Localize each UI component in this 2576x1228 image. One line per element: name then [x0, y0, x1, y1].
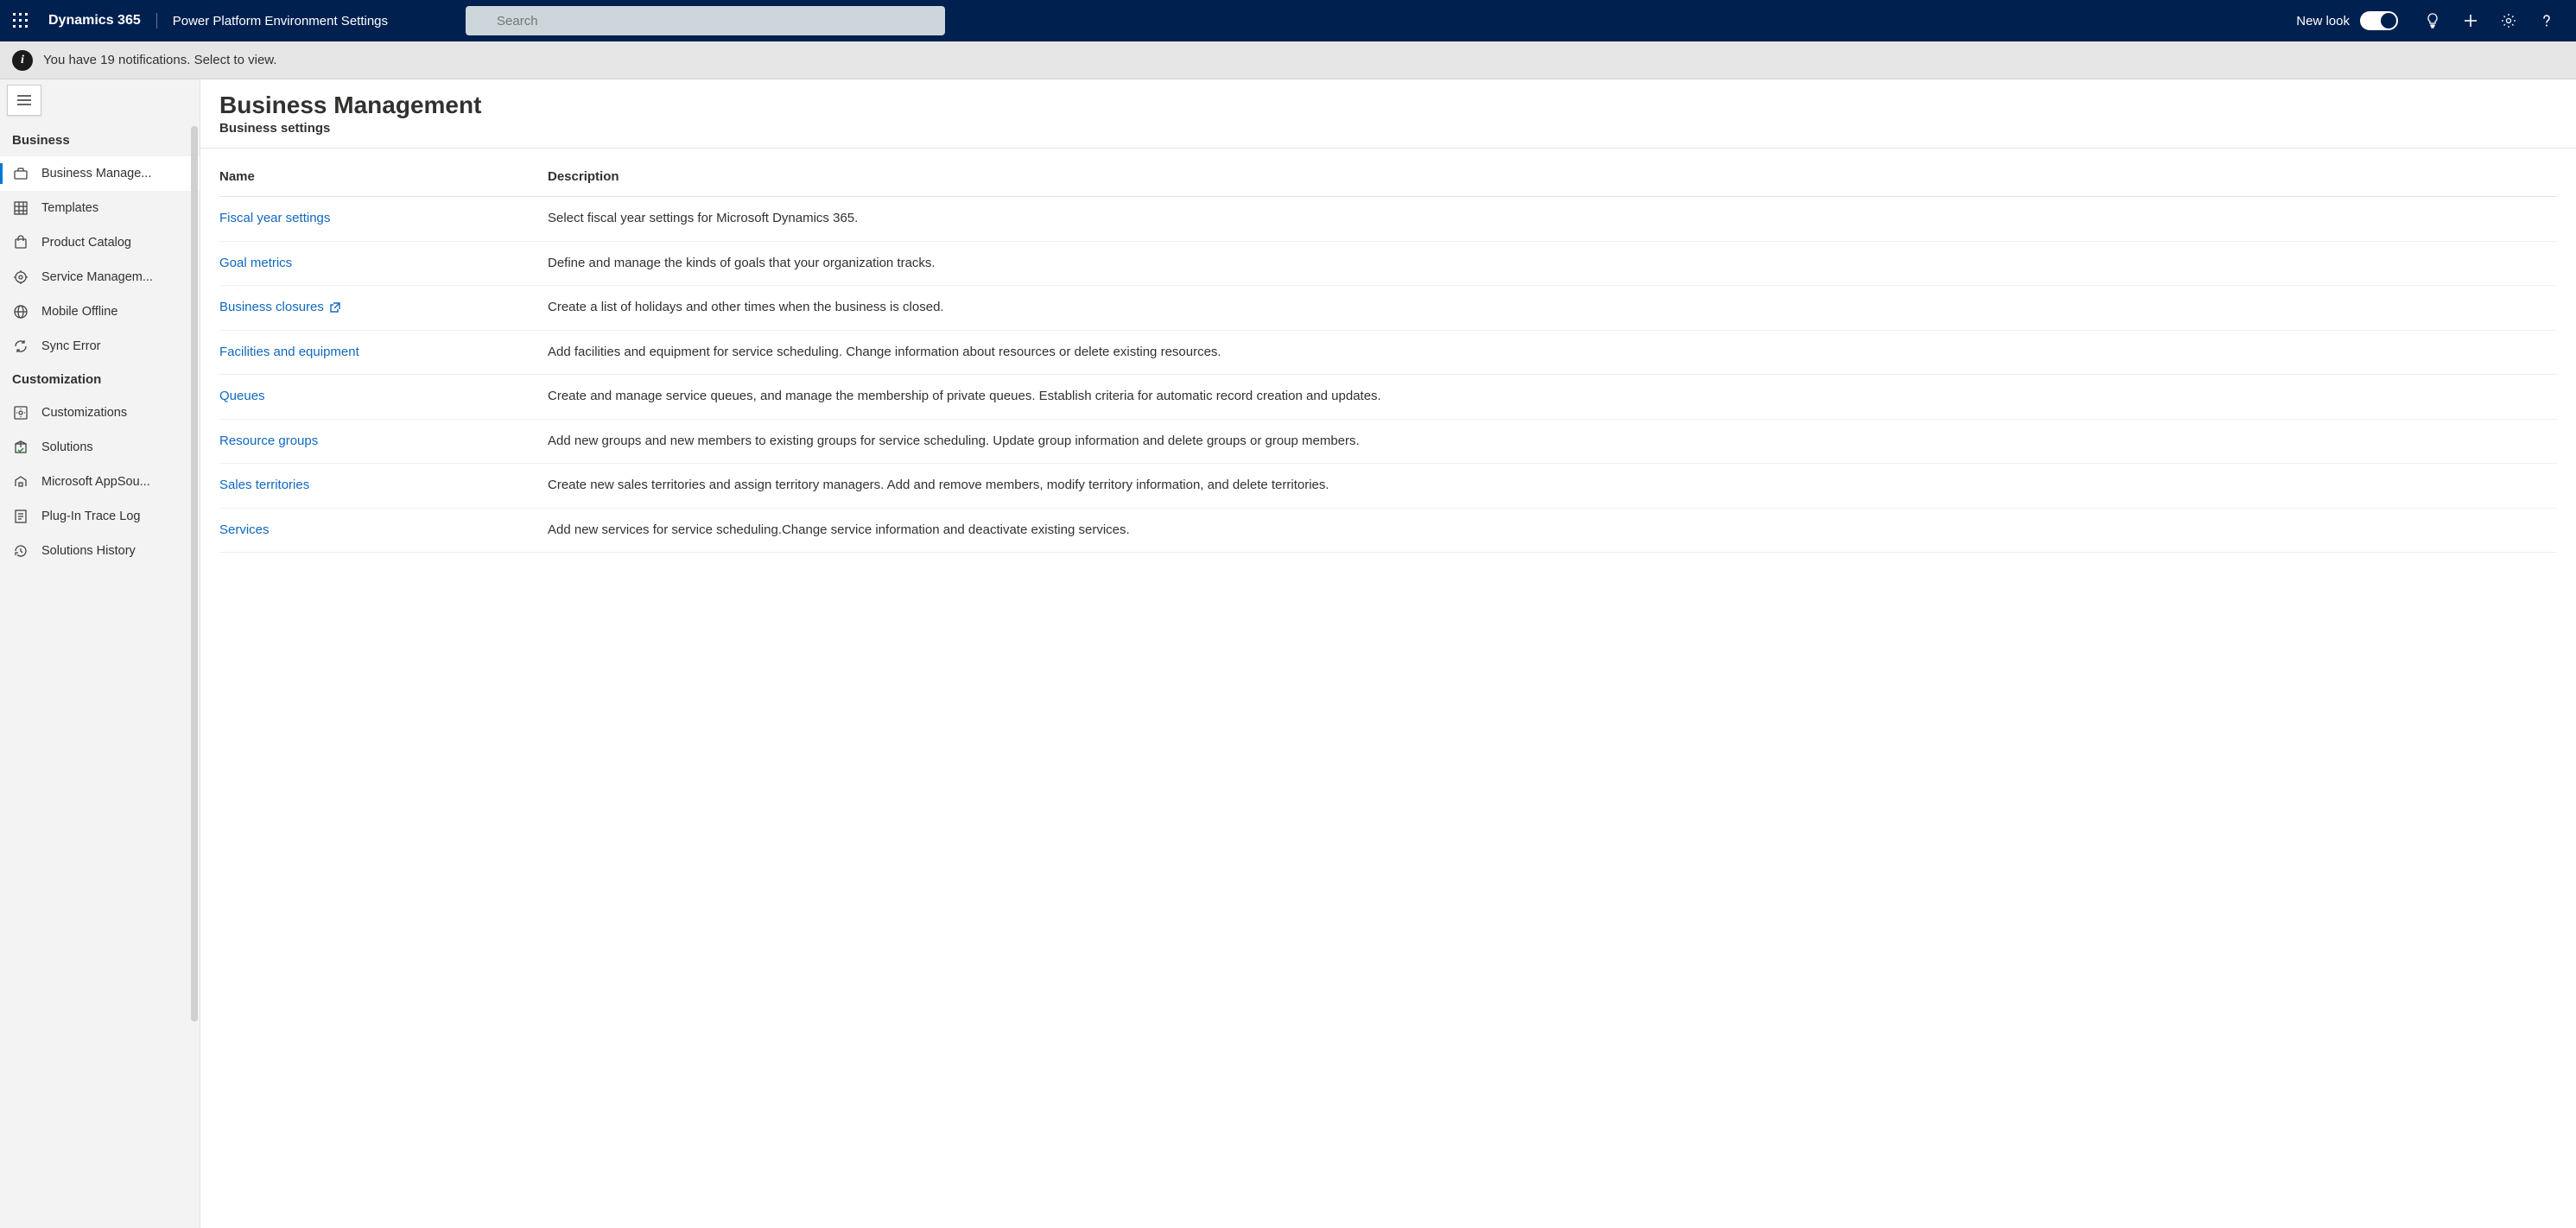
setting-description: Define and manage the kinds of goals tha…: [548, 241, 2557, 286]
sidebar-item-label: Business Manage...: [41, 167, 151, 180]
lightbulb-icon: [2425, 13, 2440, 28]
settings-button[interactable]: [2490, 0, 2528, 41]
sidebar-item-sync-error[interactable]: Sync Error: [0, 329, 200, 364]
table-row: Fiscal year settings Select fiscal year …: [219, 197, 2557, 242]
table-row: Queues Create and manage service queues,…: [219, 375, 2557, 420]
sidebar: Business Business Manage... Templates Produ…: [0, 79, 200, 1228]
sidebar-item-label: Sync Error: [41, 339, 101, 353]
sidebar-item-solutions[interactable]: Solutions: [0, 430, 200, 465]
new-look-label: New look: [2296, 14, 2350, 28]
info-icon: i: [12, 50, 33, 71]
setting-link[interactable]: Business closures: [219, 298, 341, 318]
column-header-name: Name: [219, 157, 548, 197]
nav-collapse-button[interactable]: [7, 85, 41, 116]
sidebar-item-label: Service Managem...: [41, 270, 153, 284]
setting-link[interactable]: Queues: [219, 387, 265, 407]
table-row: Business closures Create a list of holid…: [219, 286, 2557, 331]
globe-icon: [12, 303, 29, 320]
table-row: Sales territories Create new sales terri…: [219, 464, 2557, 509]
sidebar-item-product-catalog[interactable]: Product Catalog: [0, 225, 200, 260]
sidebar-item-label: Customizations: [41, 406, 127, 420]
briefcase-icon: [12, 165, 29, 182]
notification-text: You have 19 notifications. Select to vie…: [43, 53, 276, 67]
history-icon: [12, 542, 29, 560]
setting-link[interactable]: Facilities and equipment: [219, 343, 359, 363]
waffle-icon: [13, 13, 29, 28]
setting-link[interactable]: Services: [219, 521, 270, 541]
store-icon: [12, 473, 29, 491]
package-icon: [12, 439, 29, 456]
notification-bar[interactable]: i You have 19 notifications. Select to v…: [0, 41, 2576, 79]
setting-link[interactable]: Sales territories: [219, 476, 309, 496]
setting-description: Add facilities and equipment for service…: [548, 330, 2557, 375]
sidebar-scrollbar[interactable]: [189, 79, 200, 1228]
table-row: Facilities and equipment Add facilities …: [219, 330, 2557, 375]
settings-table: Name Description Fiscal year settings Se…: [219, 157, 2557, 553]
sidebar-item-plug-in-trace-log[interactable]: Plug-In Trace Log: [0, 499, 200, 534]
app-header: Dynamics 365 Power Platform Environment …: [0, 0, 2576, 41]
hamburger-icon: [17, 95, 31, 105]
app-launcher-button[interactable]: [10, 10, 31, 31]
sidebar-item-label: Mobile Offline: [41, 305, 117, 319]
cart-icon: [12, 234, 29, 251]
setting-description: Add new groups and new members to existi…: [548, 419, 2557, 464]
plus-icon: [2463, 13, 2478, 28]
page-subtitle: Business settings: [219, 121, 2557, 136]
setting-description: Create and manage service queues, and ma…: [548, 375, 2557, 420]
sidebar-item-label: Solutions: [41, 440, 93, 454]
nav-section-title: Business: [0, 124, 200, 156]
setting-description: Select fiscal year settings for Microsof…: [548, 197, 2557, 242]
sidebar-item-microsoft-appsou[interactable]: Microsoft AppSou...: [0, 465, 200, 499]
sidebar-item-templates[interactable]: Templates: [0, 191, 200, 225]
setting-link[interactable]: Resource groups: [219, 432, 318, 452]
table-row: Goal metrics Define and manage the kinds…: [219, 241, 2557, 286]
grid-icon: [12, 199, 29, 217]
page-title: Business Management: [219, 92, 2557, 119]
sidebar-item-label: Solutions History: [41, 544, 136, 558]
sidebar-item-customizations[interactable]: Customizations: [0, 396, 200, 430]
setting-description: Create new sales territories and assign …: [548, 464, 2557, 509]
add-button[interactable]: [2452, 0, 2490, 41]
sidebar-item-solutions-history[interactable]: Solutions History: [0, 534, 200, 568]
sync-error-icon: [12, 338, 29, 355]
external-link-icon: [329, 301, 341, 313]
nav-section-title: Customization: [0, 364, 200, 396]
gear-icon: [2501, 13, 2516, 28]
sidebar-item-service-managem[interactable]: Service Managem...: [0, 260, 200, 294]
help-button[interactable]: [2528, 0, 2566, 41]
column-header-description: Description: [548, 157, 2557, 197]
sidebar-item-label: Product Catalog: [41, 236, 131, 250]
gear-box-icon: [12, 404, 29, 421]
table-row: Resource groups Add new groups and new m…: [219, 419, 2557, 464]
setting-description: Add new services for service scheduling.…: [548, 508, 2557, 553]
new-look-toggle[interactable]: [2360, 11, 2398, 30]
new-look-toggle-group: New look: [2296, 11, 2398, 30]
setting-description: Create a list of holidays and other time…: [548, 286, 2557, 331]
search-input[interactable]: [466, 6, 945, 35]
product-name[interactable]: Dynamics 365: [48, 13, 157, 28]
main-content: Business Management Business settings Na…: [200, 79, 2576, 1228]
setting-link[interactable]: Fiscal year settings: [219, 209, 330, 229]
sidebar-item-label: Plug-In Trace Log: [41, 510, 140, 523]
sidebar-item-label: Templates: [41, 201, 98, 215]
breadcrumb: Power Platform Environment Settings: [173, 14, 388, 28]
setting-link[interactable]: Goal metrics: [219, 254, 292, 274]
sidebar-item-label: Microsoft AppSou...: [41, 475, 150, 489]
table-row: Services Add new services for service sc…: [219, 508, 2557, 553]
lightbulb-button[interactable]: [2414, 0, 2452, 41]
sidebar-item-mobile-offline[interactable]: Mobile Offline: [0, 294, 200, 329]
help-icon: [2539, 13, 2554, 28]
sidebar-item-business-manage[interactable]: Business Manage...: [0, 156, 200, 191]
service-icon: [12, 269, 29, 286]
log-icon: [12, 508, 29, 525]
